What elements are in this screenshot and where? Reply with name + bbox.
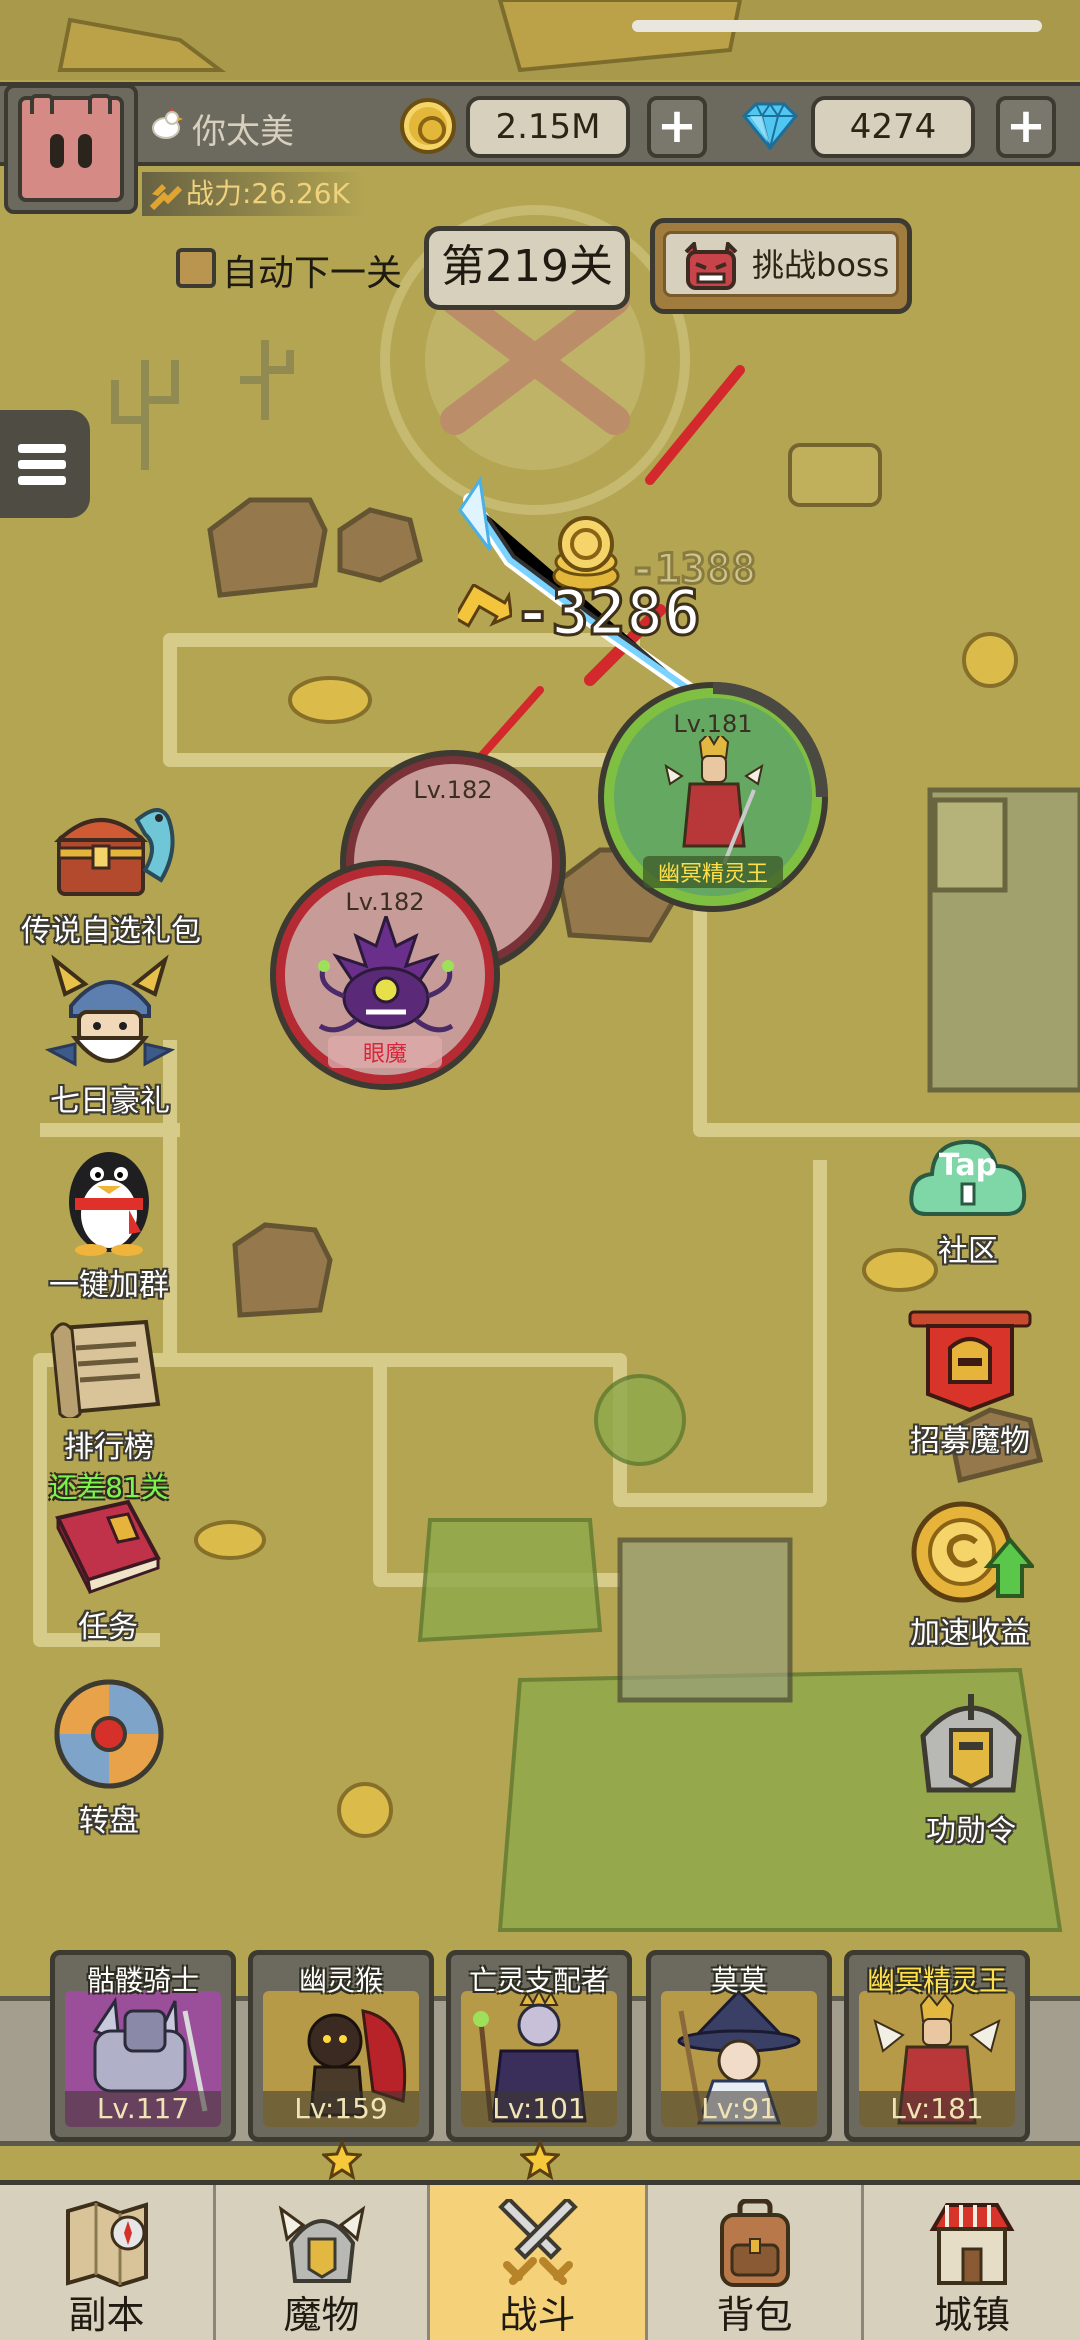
community-button[interactable]: Tap 社区	[900, 1126, 1036, 1270]
penguin-icon	[69, 1152, 149, 1256]
hero-level: Lv:101	[461, 2091, 617, 2127]
bottom-nav: 副本 魔物 战斗 背包 城镇	[0, 2180, 1080, 2340]
legend-gift-pack-button[interactable]: 传说自选礼包	[6, 790, 216, 950]
nav-label: 魔物	[283, 2293, 360, 2337]
hero-name: 亡灵支配者	[468, 1964, 609, 1997]
taptap-badge: Tap	[938, 1148, 998, 1183]
menu-label: 功勋令	[926, 1814, 1016, 1849]
boost-income-button[interactable]: 加速收益	[896, 1496, 1044, 1652]
player-name: 你太美	[192, 112, 294, 152]
hero-name: 幽灵猴	[298, 1964, 383, 1997]
team-hero-card[interactable]: 骷髅骑士 Lv.117	[50, 1950, 236, 2142]
elf-king-icon	[664, 736, 764, 865]
nav-label: 战斗	[499, 2293, 576, 2337]
spin-wheel-button[interactable]: 转盘	[44, 1676, 174, 1840]
ally-level: Lv.181	[673, 710, 753, 738]
backpack-icon	[719, 2199, 790, 2287]
menu-label: 排行榜	[64, 1430, 154, 1465]
helmet-icon	[278, 2205, 365, 2283]
menu-label: 传说自选礼包	[21, 914, 201, 949]
menu-label: 七日豪礼	[50, 1084, 170, 1119]
nav-battle[interactable]: 战斗	[430, 2185, 648, 2340]
nav-label: 城镇	[933, 2293, 1010, 2337]
quest-button[interactable]: 任务	[40, 1498, 176, 1646]
auto-next-label: 自动下一关	[222, 253, 403, 294]
critical-hit-icon	[458, 584, 512, 628]
nav-label: 背包	[716, 2293, 793, 2337]
hero-level: Lv.117	[65, 2091, 221, 2127]
system-drag-handle	[632, 20, 1042, 32]
power-icon	[150, 184, 182, 210]
player-avatar[interactable]	[4, 84, 138, 214]
team-hero-card[interactable]: 亡灵支配者 Lv:101	[446, 1950, 632, 2142]
enemy-level: Lv.182	[413, 776, 493, 804]
enemy-level: Lv.182	[345, 888, 425, 916]
wheel-icon	[54, 1679, 164, 1789]
current-stage: 第219关	[424, 226, 630, 310]
star-icon	[322, 2140, 362, 2180]
hero-name: 莫莫	[710, 1964, 767, 1997]
combat-power: 战力:26.26K	[142, 172, 364, 216]
crossed-swords-icon	[497, 2199, 578, 2285]
diamond-icon	[741, 102, 799, 151]
viking-warrior-icon	[44, 954, 176, 1067]
add-gem-button[interactable]: +	[996, 96, 1056, 158]
team-hero-card[interactable]: 莫莫 Lv:91	[646, 1950, 832, 2142]
nav-backpack[interactable]: 背包	[648, 2185, 864, 2340]
ally-name: 幽冥精灵王	[643, 856, 783, 888]
team-hero-card[interactable]: 幽冥精灵王 Lv:181	[844, 1950, 1030, 2142]
add-gold-button[interactable]: +	[647, 96, 707, 158]
gold-amount: 2.15M	[466, 96, 630, 158]
nav-monsters[interactable]: 魔物	[216, 2185, 430, 2340]
hero-name: 骷髅骑士	[86, 1964, 199, 1997]
team-hero-card[interactable]: 幽灵猴 Lv:159	[248, 1950, 434, 2142]
house-icon	[929, 2203, 1015, 2285]
menu-label: 转盘	[79, 1804, 139, 1839]
menu-label: 加速收益	[910, 1616, 1030, 1651]
hero-name: 幽冥精灵王	[866, 1964, 1007, 1997]
menu-label: 社区	[938, 1234, 998, 1269]
main-menu-button[interactable]	[0, 410, 90, 518]
star-icon	[520, 2140, 560, 2180]
nav-town[interactable]: 城镇	[864, 2185, 1080, 2340]
leaderboard-button[interactable]: 排行榜 还差81关	[34, 1318, 184, 1506]
damage-number-faded: -1388	[628, 543, 757, 595]
quest-book-icon	[55, 1499, 161, 1595]
seven-day-gift-button[interactable]: 七日豪礼	[20, 954, 200, 1120]
hamburger-icon	[18, 444, 66, 453]
gold-coin-icon	[400, 98, 456, 154]
auto-next-checkbox[interactable]	[176, 248, 216, 288]
nav-label: 副本	[68, 2293, 145, 2337]
recruit-monster-button[interactable]: 招募魔物	[898, 1308, 1042, 1460]
menu-label: 任务	[78, 1610, 138, 1645]
challenge-boss-button[interactable]: 挑战boss	[650, 218, 912, 314]
nav-dungeon[interactable]: 副本	[0, 2185, 216, 2340]
treasure-chest-dragon-icon	[53, 808, 175, 896]
join-group-button[interactable]: 一键加群	[34, 1138, 184, 1304]
gem-amount: 4274	[811, 96, 975, 158]
recruit-banner-icon	[908, 1310, 1032, 1413]
boss-demon-icon	[684, 242, 738, 290]
eye-demon-icon	[318, 916, 454, 1033]
knight-helmet-icon	[920, 1694, 1022, 1793]
hero-level: Lv:181	[859, 2091, 1015, 2127]
hero-level: Lv:159	[263, 2091, 419, 2127]
enemy-unit-eye-demon[interactable]: Lv.182 眼魔	[270, 860, 500, 1090]
merit-order-button[interactable]: 功勋令	[906, 1690, 1036, 1850]
enemy-name: 眼魔	[328, 1036, 442, 1068]
menu-label: 一键加群	[49, 1268, 169, 1303]
scroll-ranking-icon	[50, 1319, 161, 1421]
hero-level: Lv:91	[661, 2091, 817, 2127]
ally-unit[interactable]: Lv.181 幽冥精灵王	[598, 682, 828, 912]
pig-face-icon	[18, 94, 124, 202]
taptap-cloud-icon: Tap	[906, 1126, 1030, 1226]
coin-boost-icon	[911, 1501, 1037, 1603]
map-compass-icon	[65, 2200, 148, 2288]
menu-label: 招募魔物	[910, 1424, 1030, 1459]
challenge-boss-label: 挑战boss	[752, 246, 890, 284]
